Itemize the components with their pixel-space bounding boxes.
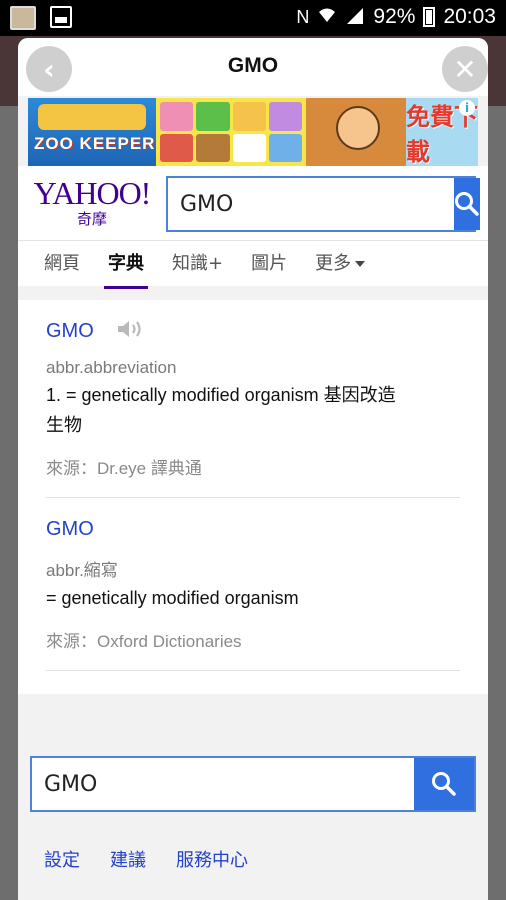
- feedback-link[interactable]: 建議: [110, 846, 146, 872]
- search-icon: [432, 772, 456, 796]
- tab-dictionary[interactable]: 字典: [104, 241, 148, 289]
- dictionary-dialog: ‹ GMO ✕ ZOO KEEPER 免費下載 i YAHOO! 奇摩 GMO …: [18, 38, 488, 900]
- definition-line: 生物: [46, 415, 82, 435]
- bottom-search-input[interactable]: [32, 758, 414, 810]
- caret-down-icon: [355, 260, 366, 267]
- part-of-speech: abbr.縮寫: [46, 561, 118, 580]
- ad-animal-tiles: [156, 98, 306, 166]
- entry-source: 來源：Dr.eye 譯典通: [46, 459, 202, 478]
- yahoo-logo[interactable]: YAHOO! 奇摩: [32, 176, 152, 228]
- tab-more-label: 更多: [315, 252, 352, 274]
- battery-icon: [423, 7, 436, 27]
- search-input[interactable]: [168, 178, 454, 230]
- image-notification-icon: [50, 6, 72, 28]
- tab-web[interactable]: 網頁: [44, 241, 80, 289]
- status-bar: N 92% 20:03: [0, 0, 506, 36]
- ad-game-logo: ZOO KEEPER: [28, 98, 156, 166]
- tab-more[interactable]: 更多: [315, 241, 366, 289]
- part-of-speech: abbr.abbreviation: [46, 358, 177, 377]
- dictionary-entry: GMO abbr.縮寫 = genetically modified organ…: [46, 498, 460, 671]
- signal-icon: [345, 6, 365, 29]
- close-icon: ✕: [453, 52, 477, 86]
- search-button[interactable]: [454, 178, 480, 230]
- search-box: [166, 176, 480, 232]
- search-icon: [455, 192, 479, 216]
- definition-line: = genetically modified organism: [46, 588, 299, 608]
- definition: = genetically modified organism: [46, 583, 460, 613]
- settings-link[interactable]: 設定: [44, 846, 80, 872]
- bottom-search-box: [30, 756, 476, 812]
- wifi-icon: [317, 6, 337, 29]
- dictionary-results: GMO abbr.abbreviation 1. = genetically m…: [18, 300, 488, 694]
- definition-line: 1. = genetically modified organism 基因改造: [46, 385, 396, 405]
- tab-images[interactable]: 圖片: [251, 241, 287, 289]
- headword-link[interactable]: GMO: [46, 518, 94, 541]
- footer-links: 設定 建議 服務中心: [44, 846, 248, 872]
- speaker-icon[interactable]: [116, 317, 144, 345]
- close-button[interactable]: ✕: [442, 46, 488, 92]
- entry-source: 來源：Oxford Dictionaries: [46, 632, 242, 651]
- dialog-header: ‹ GMO ✕: [18, 38, 488, 96]
- headword-link[interactable]: GMO: [46, 320, 94, 343]
- search-header: YAHOO! 奇摩 網頁 字典 知識+ 圖片 更多: [18, 166, 488, 289]
- vertical-tabs: 網頁 字典 知識+ 圖片 更多: [18, 240, 488, 289]
- contact-thumbnail-icon: [10, 6, 36, 30]
- ad-character-image: [306, 98, 406, 166]
- dictionary-entry: GMO abbr.abbreviation 1. = genetically m…: [46, 300, 460, 498]
- definition: 1. = genetically modified organism 基因改造 …: [46, 380, 460, 440]
- nfc-icon: N: [296, 6, 310, 27]
- tab-answers[interactable]: 知識+: [172, 241, 223, 289]
- clock: 20:03: [443, 5, 496, 28]
- help-center-link[interactable]: 服務中心: [176, 846, 248, 872]
- bottom-search-button[interactable]: [414, 758, 474, 810]
- info-icon[interactable]: i: [459, 100, 475, 116]
- dialog-title: GMO: [227, 54, 279, 77]
- ad-banner[interactable]: ZOO KEEPER 免費下載 i: [28, 98, 478, 166]
- battery-percent: 92%: [373, 5, 416, 28]
